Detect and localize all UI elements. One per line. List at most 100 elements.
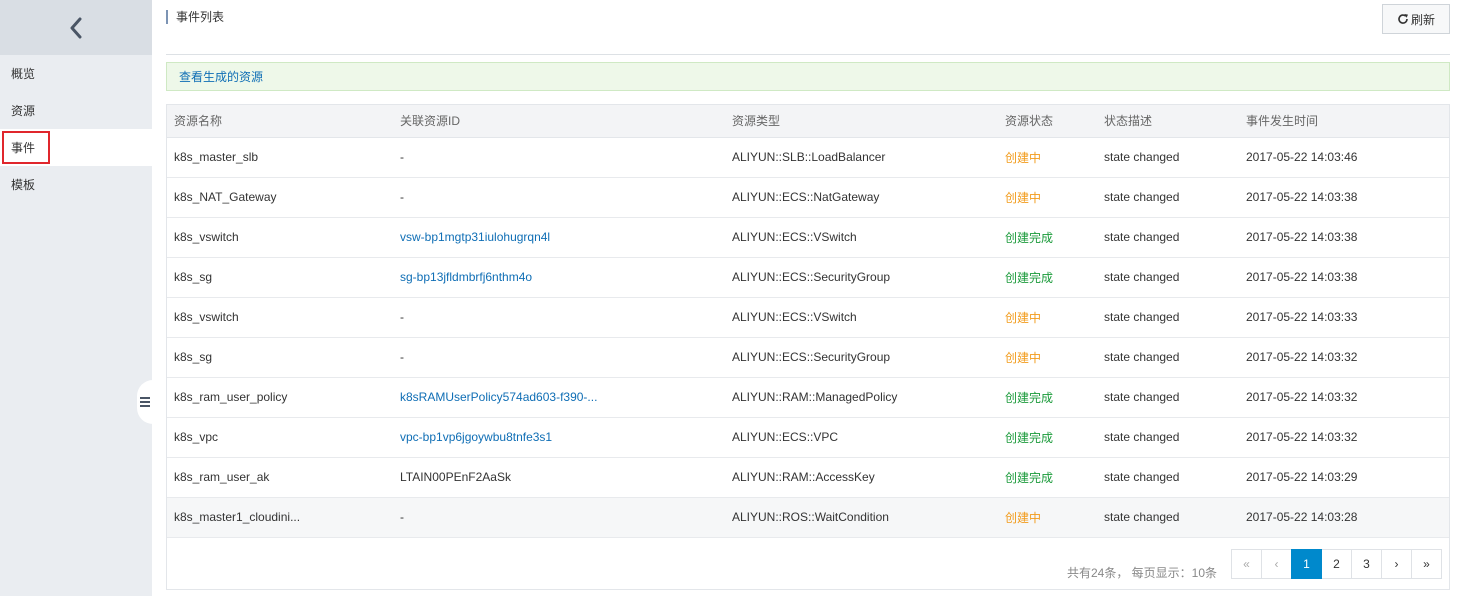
refresh-label: 刷新 (1410, 12, 1435, 27)
resource-id-link[interactable]: vsw-bp1mgtp31iulohugrqn4l (400, 230, 550, 244)
cell-status: 创建中 (998, 337, 1097, 378)
view-resources-link[interactable]: 查看生成的资源 (179, 68, 263, 85)
table-row: k8s_NAT_Gateway - ALIYUN::ECS::NatGateway 创… (167, 177, 1449, 218)
pagination-bar: 共有24条， 每页显示：10条 « ‹ 1 2 3 › » (167, 547, 1449, 591)
cell-resource-id: vpc-bp1vp6jgoywbu8tnfe3s1 (393, 417, 725, 458)
page-title: 事件列表 (166, 10, 224, 24)
cell-event-time: 2017-05-22 14:03:28 (1239, 497, 1449, 538)
sidebar-nav: 概览 资源 事件 模板 (0, 55, 152, 203)
events-table: 资源名称 关联资源ID 资源类型 资源状态 状态描述 事件发生时间 k8s_ma… (166, 104, 1450, 590)
sidebar-item-label: 概览 (11, 67, 36, 81)
cell-resource-id: vsw-bp1mgtp31iulohugrqn4l (393, 217, 725, 258)
cell-resource-id: - (393, 297, 725, 338)
cell-status-description: state changed (1097, 217, 1239, 258)
column-header-status: 资源状态 (998, 105, 1097, 138)
cell-resource-name: k8s_master_slb (167, 137, 393, 178)
cell-resource-type: ALIYUN::ECS::VPC (725, 417, 998, 458)
cell-resource-name: k8s_vpc (167, 417, 393, 458)
cell-event-time: 2017-05-22 14:03:38 (1239, 217, 1449, 258)
table-row: k8s_vswitch vsw-bp1mgtp31iulohugrqn4l ALIY… (167, 217, 1449, 258)
cell-status: 创建中 (998, 177, 1097, 218)
chevron-left-icon (70, 17, 82, 38)
sidebar-item-resources[interactable]: 资源 (0, 92, 152, 129)
cell-status: 创建完成 (998, 217, 1097, 258)
table-row: k8s_vswitch - ALIYUN::ECS::VSwitch 创建中 state… (167, 297, 1449, 338)
page-button-3[interactable]: 3 (1351, 549, 1382, 579)
column-header-description: 状态描述 (1097, 105, 1239, 138)
prev-page-button[interactable]: ‹ (1261, 549, 1292, 579)
cell-event-time: 2017-05-22 14:03:46 (1239, 137, 1449, 178)
cell-event-time: 2017-05-22 14:03:32 (1239, 377, 1449, 418)
sidebar-item-overview[interactable]: 概览 (0, 55, 152, 92)
cell-status-description: state changed (1097, 377, 1239, 418)
cell-status-description: state changed (1097, 257, 1239, 298)
cell-status-description: state changed (1097, 337, 1239, 378)
cell-resource-type: ALIYUN::ECS::VSwitch (725, 297, 998, 338)
sidebar-item-label: 模板 (11, 178, 36, 192)
main-content: 事件列表 刷新 查看生成的资源 资源名称 关联资源ID 资源类型 资源状态 状态 (166, 0, 1450, 596)
table-row: k8s_ram_user_policy k8sRAMUserPolicy574ad… (167, 377, 1449, 418)
cell-status: 创建中 (998, 497, 1097, 538)
next-page-button[interactable]: › (1381, 549, 1412, 579)
cell-resource-id: - (393, 137, 725, 178)
cell-event-time: 2017-05-22 14:03:38 (1239, 177, 1449, 218)
column-header-time: 事件发生时间 (1239, 105, 1449, 138)
refresh-button[interactable]: 刷新 (1382, 4, 1450, 34)
cell-resource-type: ALIYUN::SLB::LoadBalancer (725, 137, 998, 178)
cell-resource-name: k8s_ram_user_policy (167, 377, 393, 418)
cell-resource-name: k8s_vswitch (167, 217, 393, 258)
cell-resource-id: - (393, 337, 725, 378)
cell-resource-id: - (393, 497, 725, 538)
page-header: 事件列表 刷新 (166, 0, 1450, 55)
sidebar-toggle-button[interactable] (137, 380, 153, 424)
column-header-name: 资源名称 (167, 105, 393, 138)
page-button-2[interactable]: 2 (1321, 549, 1352, 579)
page-button-1[interactable]: 1 (1291, 549, 1322, 579)
cell-status-description: state changed (1097, 297, 1239, 338)
resource-id-link[interactable]: k8sRAMUserPolicy574ad603-f390-... (400, 390, 597, 404)
cell-resource-name: k8s_NAT_Gateway (167, 177, 393, 218)
sidebar-item-label: 资源 (11, 104, 36, 118)
table-row: k8s_sg sg-bp13jfldmbrfj6nthm4o ALIYUN::ECS… (167, 257, 1449, 298)
cell-resource-id: k8sRAMUserPolicy574ad603-f390-... (393, 377, 725, 418)
cell-status-description: state changed (1097, 457, 1239, 498)
table-row: k8s_master1_cloudini... - ALIYUN::ROS::Wai… (167, 497, 1449, 538)
table-row: k8s_master_slb - ALIYUN::SLB::LoadBalancer… (167, 137, 1449, 178)
cell-resource-type: ALIYUN::ECS::SecurityGroup (725, 337, 998, 378)
resource-id-link[interactable]: vpc-bp1vp6jgoywbu8tnfe3s1 (400, 430, 552, 444)
table-row: k8s_ram_user_ak LTAIN00PEnF2AaSk ALIYUN::R… (167, 457, 1449, 498)
sidebar-item-events[interactable]: 事件 (0, 129, 152, 166)
cell-resource-id: LTAIN00PEnF2AaSk (393, 457, 725, 498)
cell-status-description: state changed (1097, 417, 1239, 458)
cell-status: 创建完成 (998, 457, 1097, 498)
cell-resource-type: ALIYUN::RAM::AccessKey (725, 457, 998, 498)
cell-status: 创建完成 (998, 257, 1097, 298)
menu-icon (140, 397, 150, 407)
cell-status-description: state changed (1097, 137, 1239, 178)
resource-notice: 查看生成的资源 (166, 62, 1450, 91)
cell-resource-type: ALIYUN::ECS::NatGateway (725, 177, 998, 218)
pagination-summary: 共有24条， 每页显示：10条 (1066, 566, 1217, 580)
back-button[interactable] (0, 0, 152, 55)
table-header-row: 资源名称 关联资源ID 资源类型 资源状态 状态描述 事件发生时间 (167, 105, 1449, 138)
cell-status: 创建完成 (998, 377, 1097, 418)
cell-event-time: 2017-05-22 14:03:32 (1239, 337, 1449, 378)
cell-event-time: 2017-05-22 14:03:32 (1239, 417, 1449, 458)
column-header-type: 资源类型 (725, 105, 998, 138)
cell-resource-name: k8s_sg (167, 337, 393, 378)
active-highlight-box (2, 131, 50, 164)
last-page-button[interactable]: » (1411, 549, 1442, 579)
cell-resource-name: k8s_ram_user_ak (167, 457, 393, 498)
cell-event-time: 2017-05-22 14:03:38 (1239, 257, 1449, 298)
cell-status: 创建完成 (998, 417, 1097, 458)
cell-resource-id: sg-bp13jfldmbrfj6nthm4o (393, 257, 725, 298)
sidebar-item-templates[interactable]: 模板 (0, 166, 152, 203)
column-header-resource-id: 关联资源ID (393, 105, 725, 138)
cell-resource-type: ALIYUN::RAM::ManagedPolicy (725, 377, 998, 418)
cell-status: 创建中 (998, 137, 1097, 178)
resource-id-link[interactable]: sg-bp13jfldmbrfj6nthm4o (400, 270, 532, 284)
first-page-button[interactable]: « (1231, 549, 1262, 579)
cell-resource-type: ALIYUN::ECS::SecurityGroup (725, 257, 998, 298)
cell-resource-name: k8s_master1_cloudini... (167, 497, 393, 538)
table-row: k8s_vpc vpc-bp1vp6jgoywbu8tnfe3s1 ALIYUN::… (167, 417, 1449, 458)
